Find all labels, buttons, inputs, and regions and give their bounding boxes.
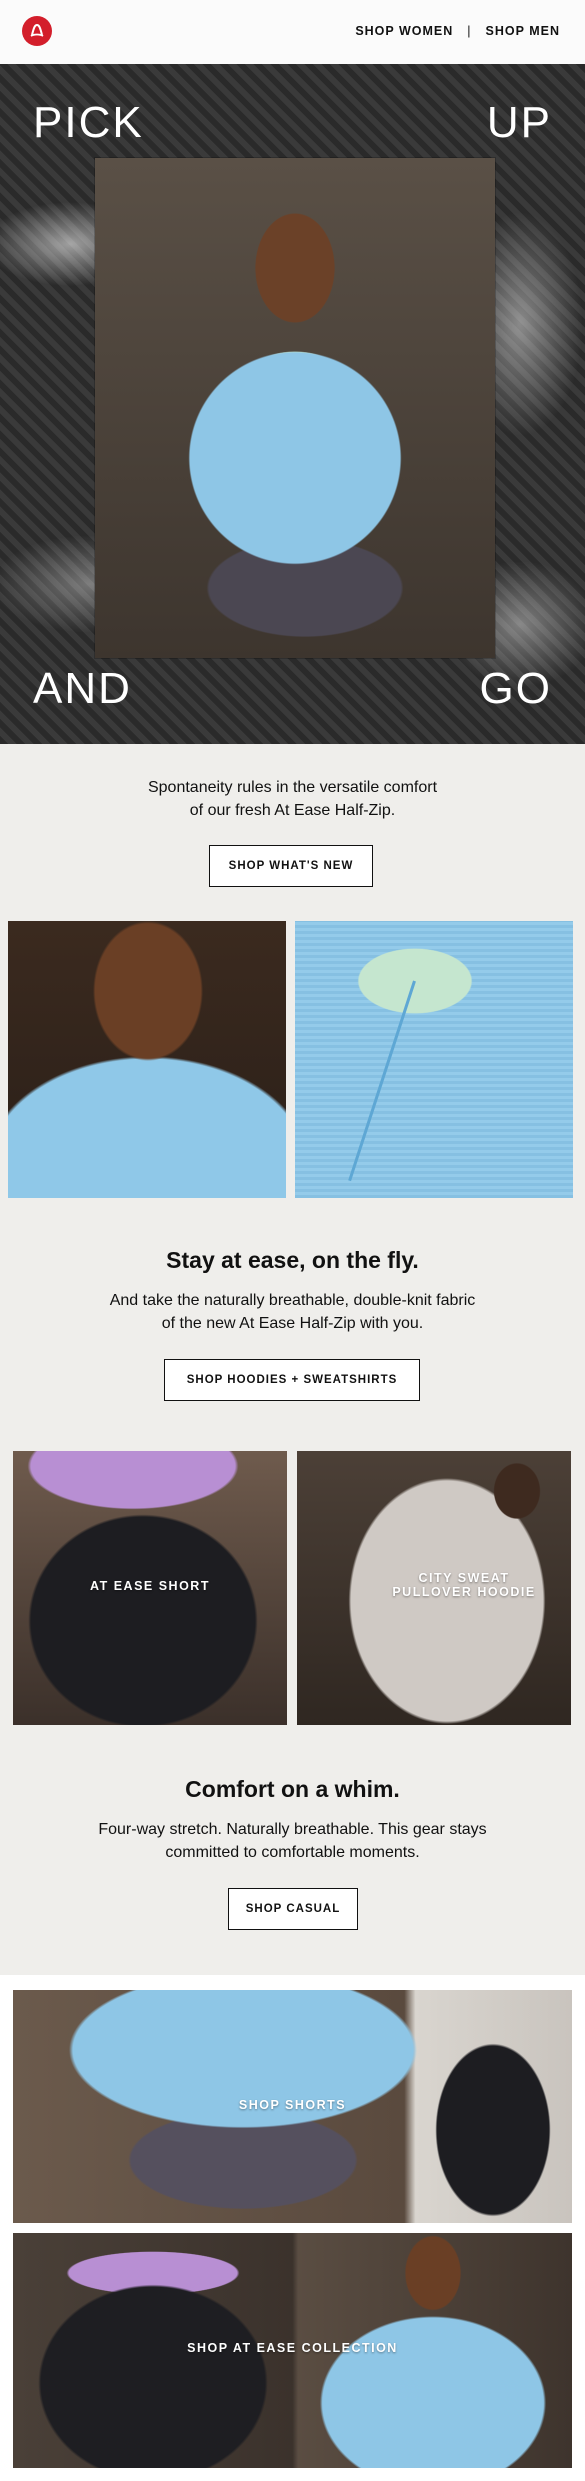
intro-line-2: of our fresh At Ease Half-Zip. <box>189 802 396 819</box>
shop-women-link[interactable]: SHOP WOMEN <box>355 24 453 38</box>
email-header: SHOP WOMEN | SHOP MEN <box>0 0 585 64</box>
product-label-at-ease-short: AT EASE SHORT <box>13 1579 287 1593</box>
hero-word-up: UP <box>486 98 552 147</box>
intro-text: Spontaneity rules in the versatile comfo… <box>0 776 585 822</box>
shop-men-link[interactable]: SHOP MEN <box>486 24 560 38</box>
section-ease-line-2: of the new At Ease Half-Zip with you. <box>161 1315 424 1332</box>
banner-shop-shorts[interactable]: SHOP SHORTS <box>13 1990 572 2223</box>
hero-banner[interactable]: PICK UP AND GO <box>0 64 585 744</box>
section-ease-line-1: And take the naturally breathable, doubl… <box>109 1292 476 1309</box>
product-label-city-sweat-hoodie: CITY SWEAT PULLOVER HOODIE <box>337 1571 571 1599</box>
section-comfort-title: Comfort on a whim. <box>185 1776 400 1802</box>
section-comfort-line-1: Four-way stretch. Naturally breathable. … <box>98 1821 487 1838</box>
banner-label-shop-shorts: SHOP SHORTS <box>238 2098 347 2112</box>
banner-shop-at-ease-collection[interactable]: SHOP AT EASE COLLECTION <box>13 2233 572 2468</box>
top-nav: SHOP WOMEN | SHOP MEN <box>355 24 560 38</box>
lululemon-logo[interactable] <box>22 16 52 46</box>
shop-whats-new-button[interactable]: SHOP WHAT'S NEW <box>209 845 373 887</box>
half-zip-detail-photo[interactable] <box>295 921 573 1198</box>
hero-word-pick: PICK <box>33 98 144 147</box>
hero-model-photo <box>95 158 495 658</box>
lululemon-logo-mark <box>30 23 44 37</box>
intro-line-1: Spontaneity rules in the versatile comfo… <box>147 779 438 796</box>
half-zip-model-photo[interactable] <box>8 921 286 1198</box>
section-comfort-line-2: committed to comfortable moments. <box>165 1844 420 1861</box>
shop-casual-button[interactable]: SHOP CASUAL <box>228 1888 358 1930</box>
section-ease-text: And take the naturally breathable, doubl… <box>0 1289 585 1335</box>
product-label-line: CITY SWEAT <box>418 1571 510 1585</box>
shop-hoodies-sweatshirts-button[interactable]: SHOP HOODIES + SWEATSHIRTS <box>164 1359 420 1401</box>
product-tile-city-sweat-hoodie[interactable]: CITY SWEAT PULLOVER HOODIE <box>297 1451 571 1725</box>
hero-word-and: AND <box>33 664 132 713</box>
section-ease-title: Stay at ease, on the fly. <box>166 1247 419 1273</box>
product-tile-at-ease-short[interactable]: AT EASE SHORT <box>13 1451 287 1725</box>
product-label-line: AT EASE SHORT <box>90 1579 210 1593</box>
hero-word-go: GO <box>479 664 552 713</box>
nav-separator: | <box>467 24 472 38</box>
zipper-line <box>348 980 416 1182</box>
section-comfort-text: Four-way stretch. Naturally breathable. … <box>0 1818 585 1864</box>
product-label-line: PULLOVER HOODIE <box>392 1585 536 1599</box>
banner-label-shop-at-ease-collection: SHOP AT EASE COLLECTION <box>187 2341 398 2355</box>
